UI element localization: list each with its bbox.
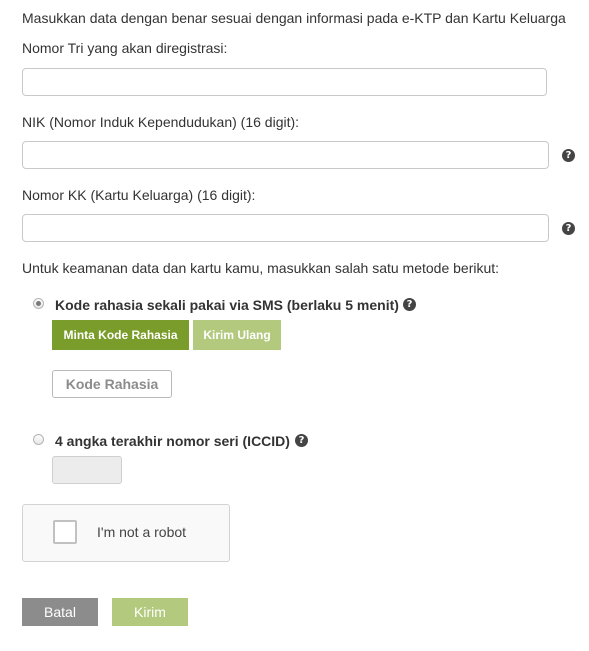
nik-label: NIK (Nomor Induk Kependudukan) (16 digit… <box>22 114 300 130</box>
recaptcha-checkbox[interactable] <box>53 520 77 544</box>
submit-button[interactable]: Kirim <box>112 598 188 626</box>
kk-help-icon[interactable]: ? <box>562 222 575 235</box>
nik-help-icon[interactable]: ? <box>562 149 575 162</box>
secret-code-input[interactable]: Kode Rahasia <box>52 370 172 398</box>
intro-text: Masukkan data dengan benar sesuai dengan… <box>22 10 566 26</box>
phone-number-label: Nomor Tri yang akan diregistrasi: <box>22 40 228 56</box>
nik-input[interactable] <box>22 141 549 169</box>
kk-label: Nomor KK (Kartu Keluarga) (16 digit): <box>22 187 256 203</box>
iccid-method-label: 4 angka terakhir nomor seri (ICCID) <box>55 433 290 449</box>
sms-method-label: Kode rahasia sekali pakai via SMS (berla… <box>55 297 399 313</box>
recaptcha-label: I'm not a robot <box>97 524 187 540</box>
sms-method-radio[interactable] <box>33 298 44 309</box>
sms-method-help-icon[interactable]: ? <box>403 298 416 311</box>
iccid-input[interactable] <box>52 456 122 484</box>
phone-number-input[interactable] <box>22 68 547 96</box>
request-code-button[interactable]: Minta Kode Rahasia <box>52 320 189 350</box>
kk-input[interactable] <box>22 214 549 242</box>
resend-code-button[interactable]: Kirim Ulang <box>193 320 281 350</box>
iccid-method-help-icon[interactable]: ? <box>295 434 308 447</box>
cancel-button[interactable]: Batal <box>22 598 98 626</box>
iccid-method-radio[interactable] <box>33 434 44 445</box>
security-method-text: Untuk keamanan data dan kartu kamu, masu… <box>22 260 500 276</box>
recaptcha-widget: I'm not a robot <box>22 504 230 562</box>
